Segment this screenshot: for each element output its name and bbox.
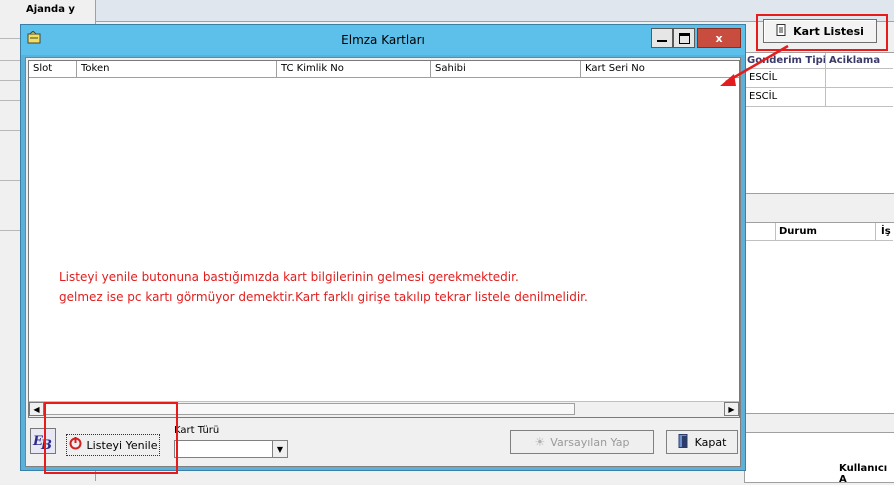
- varsayilan-yap-label: Varsayılan Yap: [550, 435, 630, 449]
- card-list[interactable]: Slot Token TC Kimlik No Sahibi Kart Seri…: [28, 60, 740, 418]
- annotation-arrow: [720, 44, 789, 86]
- column-tc-kimlik-no[interactable]: TC Kimlik No: [277, 61, 431, 77]
- sun-icon: ☀: [534, 435, 546, 449]
- grid-header-desc: Aciklama: [829, 55, 881, 66]
- column-sahibi[interactable]: Sahibi: [431, 61, 581, 77]
- varsayilan-yap-button[interactable]: ☀ Varsayılan Yap: [510, 430, 654, 454]
- dialog-titlebar[interactable]: Elmza Kartları x: [21, 25, 745, 55]
- kapat-button[interactable]: Kapat: [666, 430, 738, 454]
- background-grid-2: Durum İş: [744, 222, 894, 414]
- scroll-left-icon[interactable]: ◀: [29, 402, 44, 416]
- grid-header-status: Durum: [779, 226, 817, 237]
- column-token[interactable]: Token: [77, 61, 277, 77]
- grid-header-is: İş: [881, 226, 891, 237]
- kapat-label: Kapat: [694, 435, 727, 449]
- grid-header-user: Kullanıcı A: [839, 463, 888, 485]
- dialog-title: Elmza Kartları: [341, 33, 425, 47]
- card-list-header: Slot Token TC Kimlik No Sahibi Kart Seri…: [29, 61, 739, 78]
- background-grid-3: Kullanıcı A: [744, 432, 894, 485]
- annotation-line-1: Listeyi yenile butonuna bastığımızda kar…: [59, 270, 519, 284]
- highlight-box-refresh: [44, 402, 178, 474]
- chevron-down-icon[interactable]: ▼: [272, 441, 287, 457]
- column-slot[interactable]: Slot: [29, 61, 77, 77]
- minimize-icon: [657, 40, 667, 42]
- background-title: Ajanda y: [26, 4, 75, 15]
- maximize-icon: [678, 32, 690, 44]
- scroll-right-icon[interactable]: ▶: [724, 402, 739, 416]
- kart-turu-label: Kart Türü: [174, 425, 220, 436]
- annotation-note: Listeyi yenile butonuna bastığımızda kar…: [59, 267, 588, 307]
- exit-door-icon: [678, 433, 690, 451]
- minimize-button[interactable]: [651, 28, 673, 48]
- maximize-button[interactable]: [673, 28, 695, 48]
- annotation-line-2: gelmez ise pc kartı görmüyor demektir.Ka…: [59, 290, 588, 304]
- kart-turu-select[interactable]: ▼: [174, 440, 288, 458]
